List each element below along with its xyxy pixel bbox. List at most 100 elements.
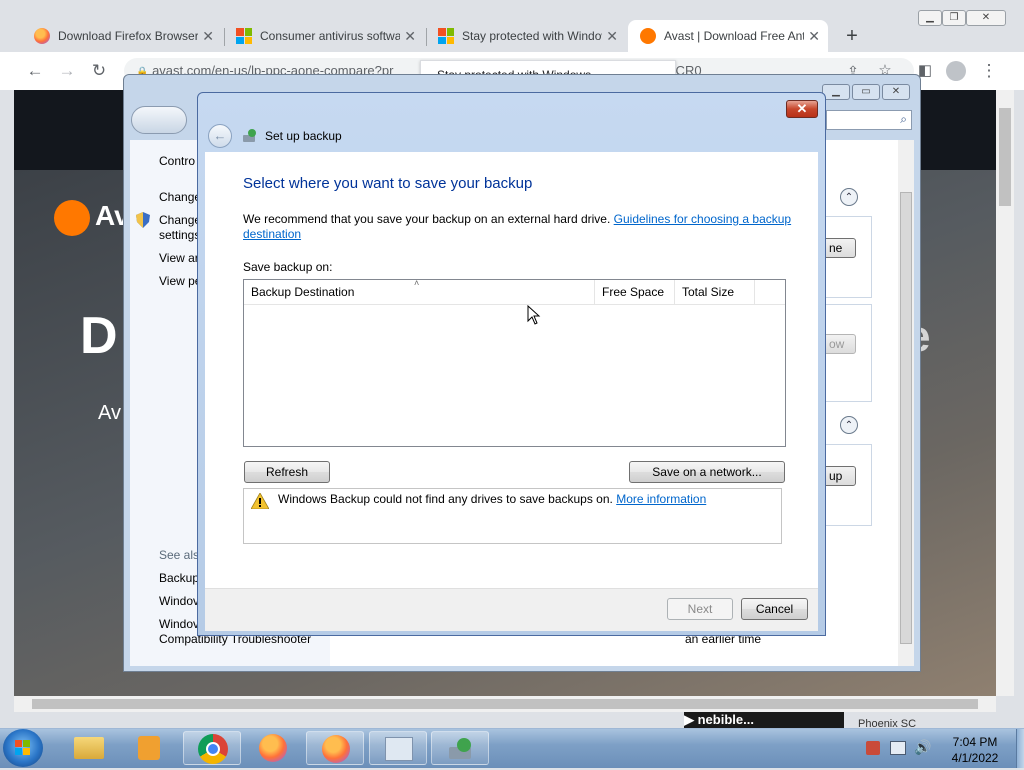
- microsoft-icon: [236, 28, 252, 44]
- cp-link-change-settings[interactable]: Change settings: [159, 213, 199, 243]
- next-button[interactable]: Next: [667, 598, 733, 620]
- warning-box: Windows Backup could not find any drives…: [243, 488, 782, 544]
- show-desktop-button[interactable]: [1016, 729, 1024, 768]
- cp-maximize-button[interactable]: ▭: [852, 84, 880, 100]
- chevron-up-icon[interactable]: ⌃: [840, 416, 858, 434]
- nav-back-forward-icon[interactable]: [131, 106, 187, 134]
- close-icon[interactable]: ✕: [202, 28, 214, 45]
- recommend-paragraph: We recommend that you save your backup o…: [243, 212, 793, 242]
- cp-close-button[interactable]: ✕: [882, 84, 910, 100]
- close-window-button[interactable]: ✕: [966, 10, 1006, 26]
- tab-title: Consumer antivirus software: [260, 29, 401, 43]
- system-clock[interactable]: 7:04 PM 4/1/2022: [930, 734, 1020, 766]
- clock-date: 4/1/2022: [951, 751, 999, 765]
- cp-search-input[interactable]: ⌕: [826, 110, 912, 130]
- column-label: Total Size: [682, 285, 735, 299]
- close-icon[interactable]: ✕: [606, 28, 618, 45]
- reload-icon[interactable]: ↻: [88, 60, 110, 82]
- cancel-button[interactable]: Cancel: [741, 598, 808, 620]
- chevron-up-icon[interactable]: ⌃: [840, 188, 858, 206]
- uac-shield-icon: [136, 212, 150, 228]
- cp-scrollbar[interactable]: [898, 140, 914, 666]
- page-vertical-scrollbar[interactable]: [996, 90, 1014, 696]
- page-horizontal-scrollbar[interactable]: [14, 696, 996, 712]
- search-icon: ⌕: [900, 112, 907, 126]
- profile-avatar-icon[interactable]: [946, 61, 966, 81]
- page-bottom-banner: ▶ nebible...: [684, 712, 844, 728]
- more-information-link[interactable]: More information: [616, 492, 706, 506]
- tab-avast[interactable]: Avast | Download Free Antivirus ✕: [628, 20, 828, 52]
- minimize-button[interactable]: ▁: [918, 10, 942, 26]
- start-button[interactable]: [3, 729, 43, 767]
- backup-icon: [447, 737, 475, 761]
- refresh-button[interactable]: Refresh: [244, 461, 330, 483]
- cp-link-change[interactable]: Change: [159, 190, 201, 204]
- tab-firefox[interactable]: Download Firefox Browser ✕: [22, 20, 222, 52]
- taskbar-firefox-2[interactable]: [306, 731, 364, 765]
- close-icon[interactable]: ✕: [404, 28, 416, 45]
- folder-icon: [74, 737, 104, 759]
- backup-destination-list[interactable]: Backup Destination ˄ Free Space Total Si…: [243, 278, 786, 447]
- avast-icon: [640, 28, 656, 44]
- scrollbar-thumb[interactable]: [900, 192, 912, 644]
- cp-button-set-up[interactable]: up: [822, 466, 856, 486]
- firefox-icon: [34, 28, 50, 44]
- hero-subheading: Av: [98, 402, 121, 424]
- action-center-icon[interactable]: [866, 741, 880, 755]
- taskbar-explorer[interactable]: [60, 731, 118, 765]
- media-player-icon: [138, 736, 160, 760]
- cp-link-windows-2[interactable]: Windov: [159, 617, 199, 631]
- cp-minimize-button[interactable]: ▁: [822, 84, 850, 100]
- tab-title: Avast | Download Free Antivirus: [664, 29, 804, 43]
- taskbar-firefox-1[interactable]: [244, 731, 302, 765]
- cp-link-view-archives[interactable]: View ar: [159, 251, 199, 265]
- back-arrow-icon[interactable]: ←: [24, 60, 46, 82]
- cp-link-backup[interactable]: Backup: [159, 571, 199, 585]
- cp-button-restore-now[interactable]: ow: [822, 334, 856, 354]
- maximize-button[interactable]: ❐: [942, 10, 966, 26]
- tab-title: Download Firefox Browser: [58, 29, 199, 43]
- dialog-heading: Select where you want to save your backu…: [243, 175, 533, 192]
- column-backup-destination[interactable]: Backup Destination ˄: [244, 278, 595, 304]
- avast-logo-icon: [54, 200, 90, 236]
- column-label: Free Space: [602, 285, 665, 299]
- tab-stay-protected[interactable]: Stay protected with Windows ✕: [426, 20, 626, 52]
- column-free-space[interactable]: Free Space: [595, 280, 675, 304]
- new-tab-button[interactable]: +: [840, 24, 864, 48]
- sort-arrow-icon: ˄: [414, 278, 420, 288]
- volume-icon[interactable]: 🔊: [914, 739, 931, 756]
- dialog-title: Set up backup: [265, 129, 342, 143]
- control-panel-icon: [385, 737, 413, 761]
- network-icon[interactable]: [890, 741, 906, 755]
- mouse-cursor-icon: [527, 304, 541, 325]
- cp-button-backup-now[interactable]: ne: [822, 238, 856, 258]
- column-total-size[interactable]: Total Size: [675, 280, 755, 304]
- back-arrow-icon[interactable]: ←: [208, 124, 232, 148]
- scrollbar-thumb[interactable]: [32, 699, 978, 709]
- menu-kebab-icon[interactable]: ⋮: [978, 60, 1000, 82]
- backup-icon: [242, 128, 258, 144]
- tab-consumer-antivirus[interactable]: Consumer antivirus software ✕: [224, 20, 424, 52]
- tab-title: Stay protected with Windows: [462, 29, 603, 43]
- cp-link-windows-1[interactable]: Windov: [159, 594, 199, 608]
- warning-text: Windows Backup could not find any drives…: [278, 492, 613, 506]
- hero-heading: D: [80, 307, 118, 365]
- warning-message: Windows Backup could not find any drives…: [278, 492, 706, 506]
- save-backup-on-label: Save backup on:: [243, 260, 333, 274]
- firefox-icon: [322, 735, 350, 763]
- chrome-icon: [198, 734, 228, 764]
- forward-arrow-icon[interactable]: →: [56, 60, 78, 82]
- cp-link-control-panel-home[interactable]: Contro: [159, 154, 195, 168]
- scrollbar-thumb[interactable]: [999, 108, 1011, 206]
- cp-link-view-previous[interactable]: View pe: [159, 274, 201, 288]
- dialog-close-button[interactable]: ✕: [786, 100, 818, 118]
- taskbar-media-player[interactable]: [120, 731, 178, 765]
- save-on-network-button[interactable]: Save on a network...: [629, 461, 785, 483]
- recommend-text: We recommend that you save your backup o…: [243, 212, 611, 226]
- taskbar-chrome[interactable]: [183, 731, 241, 765]
- microsoft-icon: [438, 28, 454, 44]
- close-icon[interactable]: ✕: [808, 28, 820, 45]
- taskbar-control-panel[interactable]: [369, 731, 427, 765]
- warning-icon: [250, 492, 270, 510]
- taskbar-backup[interactable]: [431, 731, 489, 765]
